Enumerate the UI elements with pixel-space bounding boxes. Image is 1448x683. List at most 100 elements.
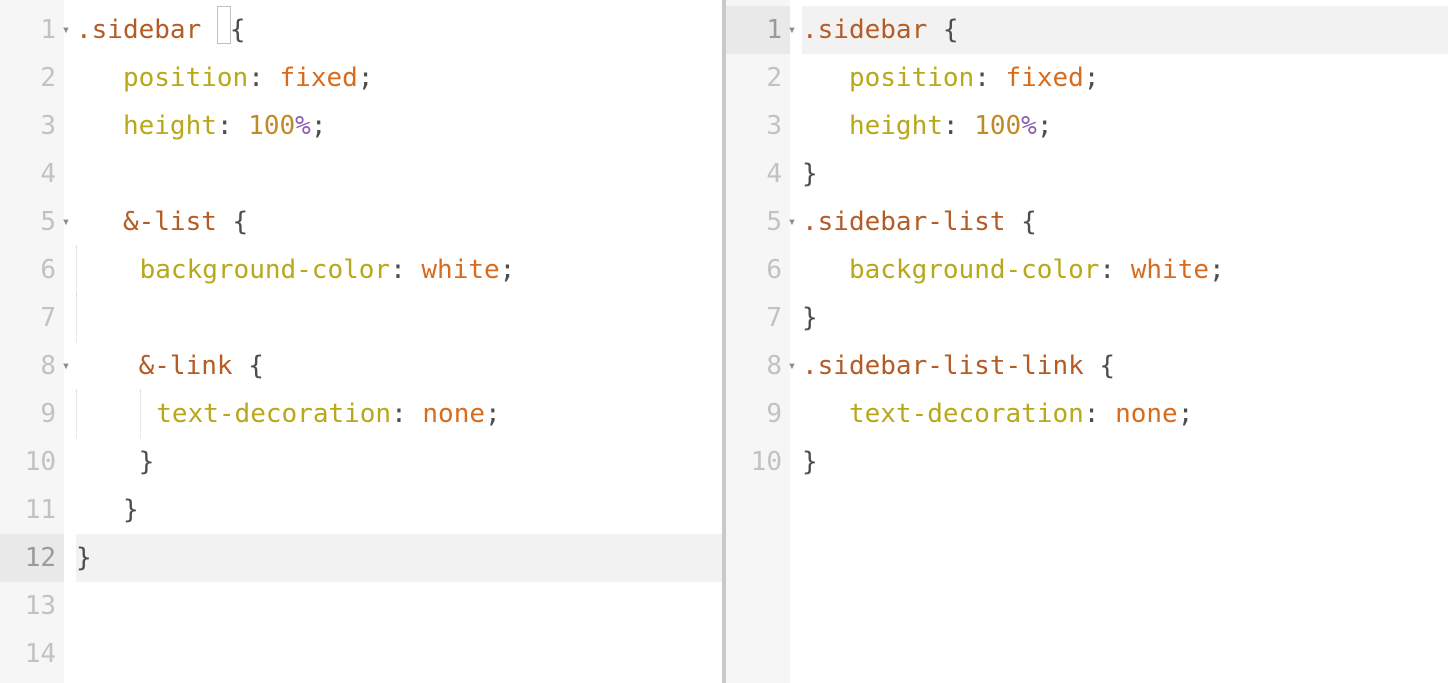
left-code-line[interactable] [76, 294, 722, 342]
right-code-line[interactable]: } [802, 294, 1448, 342]
code-token: { [943, 15, 959, 45]
code-token: } [123, 495, 139, 525]
left-line-number[interactable]: 6 [0, 246, 64, 294]
code-token: ; [485, 399, 501, 429]
right-line-number[interactable]: 4 [726, 150, 790, 198]
left-line-number[interactable]: 1▾ [0, 6, 64, 54]
right-code-line[interactable]: } [802, 150, 1448, 198]
code-token [141, 399, 157, 429]
code-token: } [139, 447, 155, 477]
left-line-number[interactable]: 10 [0, 438, 64, 486]
code-token: -list [139, 207, 233, 237]
right-code-line[interactable]: .sidebar-list-link { [802, 342, 1448, 390]
right-line-number[interactable]: 1▾ [726, 6, 790, 54]
left-line-number[interactable]: 2 [0, 54, 64, 102]
right-line-number[interactable]: 3 [726, 102, 790, 150]
right-code-line[interactable]: .sidebar { [802, 6, 1448, 54]
right-gutter[interactable]: 1▾23 4 5▾ 6 78▾ 9 10 [726, 0, 790, 683]
left-code-line[interactable]: position: fixed; [76, 54, 722, 102]
code-token [77, 303, 124, 333]
code-token [77, 255, 124, 285]
left-line-number[interactable]: 8▾ [0, 342, 64, 390]
code-token: & [123, 207, 139, 237]
right-line-number[interactable]: 8▾ [726, 342, 790, 390]
indent-guide [140, 390, 141, 438]
line-number-text: 13 [25, 591, 56, 621]
left-code-line[interactable]: &-list { [76, 198, 722, 246]
right-code-line[interactable]: text-decoration: none; [802, 390, 1448, 438]
left-line-number[interactable]: 7 [0, 294, 64, 342]
code-token: 100 [248, 111, 295, 141]
code-token: .sidebar-list-link [802, 351, 1099, 381]
left-code-line[interactable] [76, 630, 722, 678]
code-token: white [421, 255, 499, 285]
line-number-text: 14 [25, 639, 56, 669]
left-code-line[interactable]: &-link { [76, 342, 722, 390]
left-gutter[interactable]: 1▾2 3 45▾6 7 8▾ 9 10 11 12 13 14 [0, 0, 64, 683]
left-code-line[interactable] [76, 582, 722, 630]
code-token: : [943, 111, 974, 141]
code-token: : [390, 255, 421, 285]
code-token: { [248, 351, 264, 381]
code-token: { [1021, 207, 1037, 237]
right-code-line[interactable]: height: 100%; [802, 102, 1448, 150]
code-token: background-color [124, 255, 390, 285]
code-token: ; [1209, 255, 1225, 285]
code-token: : [1084, 399, 1115, 429]
right-code-line[interactable]: position: fixed; [802, 54, 1448, 102]
indent-guide [76, 294, 77, 342]
code-token: ; [311, 111, 327, 141]
code-token: ; [500, 255, 516, 285]
line-number-text: 9 [766, 399, 782, 429]
left-line-number[interactable]: 3 [0, 102, 64, 150]
code-token: height [123, 111, 217, 141]
left-line-number[interactable]: 14 [0, 630, 64, 678]
left-code-line[interactable]: text-decoration: none; [76, 390, 722, 438]
left-line-number[interactable]: 9 [0, 390, 64, 438]
line-number-text: 3 [40, 111, 56, 141]
code-token: % [295, 111, 311, 141]
left-code-line[interactable]: height: 100%; [76, 102, 722, 150]
right-code-line[interactable]: .sidebar-list { [802, 198, 1448, 246]
right-code-line[interactable]: background-color: white; [802, 246, 1448, 294]
left-code-line[interactable]: } [76, 486, 722, 534]
code-token [76, 111, 123, 141]
left-code-line[interactable]: } [76, 438, 722, 486]
left-line-number[interactable]: 11 [0, 486, 64, 534]
left-line-number[interactable]: 5▾ [0, 198, 64, 246]
right-line-number[interactable]: 10 [726, 438, 790, 486]
line-number-text: 6 [766, 255, 782, 285]
right-line-number[interactable]: 6 [726, 246, 790, 294]
text-cursor [217, 6, 231, 44]
code-token [802, 111, 849, 141]
right-line-number[interactable]: 5▾ [726, 198, 790, 246]
left-code-line[interactable]: background-color: white; [76, 246, 722, 294]
line-number-text: 7 [40, 303, 56, 333]
left-line-number[interactable]: 12 [0, 534, 64, 582]
left-line-number[interactable]: 4 [0, 150, 64, 198]
line-number-text: 8 [766, 351, 782, 381]
line-number-text: 11 [25, 495, 56, 525]
line-number-text: 9 [40, 399, 56, 429]
code-token: & [139, 351, 155, 381]
code-token: % [1021, 111, 1037, 141]
right-line-number[interactable]: 2 [726, 54, 790, 102]
right-line-number[interactable]: 9 [726, 390, 790, 438]
line-number-text: 5 [40, 207, 56, 237]
left-code-line[interactable]: .sidebar { [76, 6, 722, 54]
line-number-text: 8 [40, 351, 56, 381]
right-line-number[interactable]: 7 [726, 294, 790, 342]
right-code-line[interactable]: } [802, 438, 1448, 486]
line-number-text: 10 [25, 447, 56, 477]
right-code-area[interactable]: .sidebar { position: fixed; height: 100%… [790, 0, 1448, 683]
line-number-text: 4 [766, 159, 782, 189]
left-code-line[interactable]: } [76, 534, 722, 582]
code-token [77, 399, 140, 429]
line-number-text: 1 [40, 15, 56, 45]
code-token: ; [1084, 63, 1100, 93]
left-code-line[interactable] [76, 150, 722, 198]
left-code-area[interactable]: .sidebar { position: fixed; height: 100%… [64, 0, 722, 683]
code-token: } [76, 543, 92, 573]
code-token: height [849, 111, 943, 141]
left-line-number[interactable]: 13 [0, 582, 64, 630]
